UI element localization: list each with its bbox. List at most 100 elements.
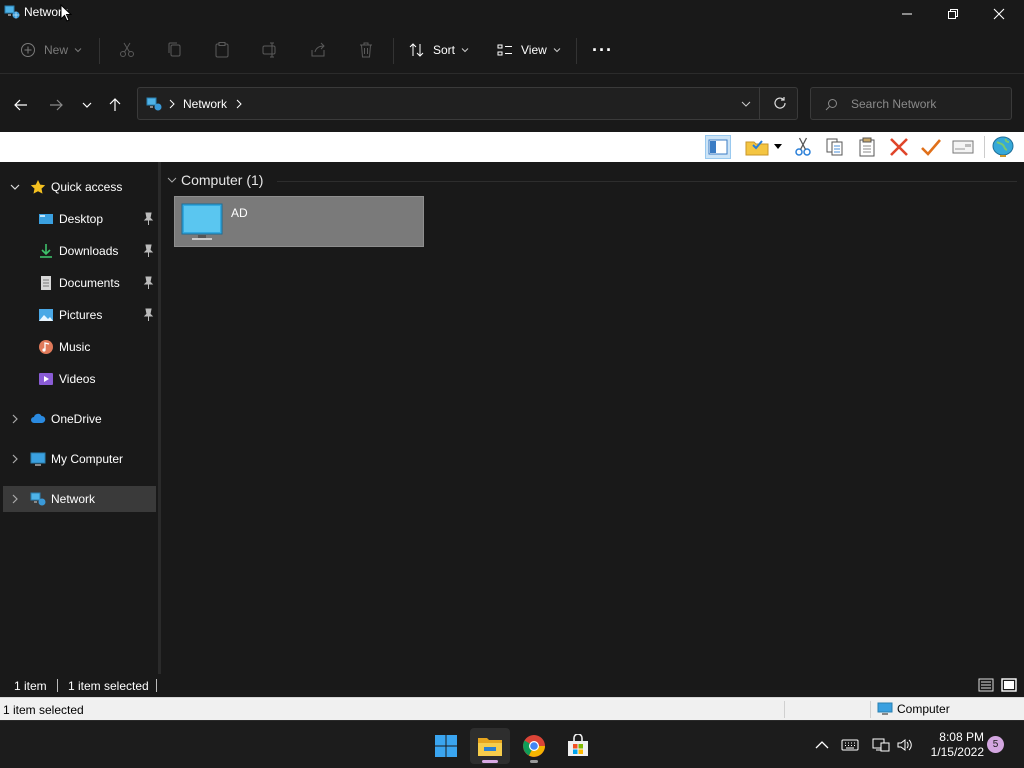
- copy-icon: [826, 138, 843, 156]
- group-header[interactable]: Computer (1): [167, 172, 263, 188]
- up-button[interactable]: [103, 93, 127, 117]
- view-button[interactable]: View: [496, 36, 561, 64]
- divider: [576, 38, 577, 64]
- network-status-button[interactable]: [871, 735, 891, 755]
- chevron-right-icon[interactable]: [9, 493, 21, 505]
- keyboard-icon: [841, 739, 859, 751]
- file-item[interactable]: AD: [174, 196, 424, 247]
- search-input[interactable]: Search Network: [810, 87, 1012, 120]
- preview-pane-button[interactable]: [705, 135, 731, 159]
- sidebar-item-my-computer[interactable]: My Computer: [3, 446, 156, 472]
- sidebar-item-label: My Computer: [51, 452, 124, 466]
- group-divider: [277, 181, 1017, 182]
- sidebar-item-music[interactable]: Music: [3, 334, 156, 360]
- sort-icon: [409, 43, 424, 57]
- taskbar-file-explorer[interactable]: [470, 728, 510, 764]
- search-placeholder: Search Network: [851, 97, 937, 111]
- sidebar-item-desktop[interactable]: Desktop: [3, 206, 156, 232]
- arrow-up-icon: [109, 98, 121, 111]
- file-explorer-icon: [478, 738, 502, 756]
- notification-badge[interactable]: 5: [987, 736, 1004, 753]
- new-button[interactable]: New: [20, 36, 82, 64]
- sidebar-item-documents[interactable]: Documents: [3, 270, 156, 296]
- chevron-down-icon: [74, 48, 82, 53]
- sidebar-item-label: Documents: [59, 276, 120, 290]
- sidebar-item-quick-access[interactable]: Quick access: [3, 174, 156, 200]
- sidebar-item-onedrive[interactable]: OneDrive: [3, 406, 156, 432]
- sort-button[interactable]: Sort: [408, 36, 469, 64]
- delete-icon: [360, 42, 372, 58]
- legacy-properties-button[interactable]: [950, 135, 976, 159]
- show-hidden-icons-button[interactable]: [812, 735, 832, 755]
- forward-button[interactable]: [44, 93, 68, 117]
- paste-icon: [859, 137, 875, 157]
- breadcrumb[interactable]: Network: [183, 97, 227, 111]
- videos-icon: [39, 373, 53, 385]
- copy-button[interactable]: [166, 36, 184, 64]
- cut-button[interactable]: [118, 36, 136, 64]
- details-view-icon[interactable]: [978, 677, 994, 693]
- pin-icon: [143, 276, 154, 289]
- delete-button[interactable]: [357, 36, 375, 64]
- taskbar-chrome[interactable]: [514, 728, 554, 764]
- divider: [156, 679, 157, 692]
- divider: [393, 38, 394, 64]
- chevron-right-icon[interactable]: [9, 453, 21, 465]
- sidebar-item-pictures[interactable]: Pictures: [3, 302, 156, 328]
- folder-options-button[interactable]: [742, 135, 772, 159]
- taskbar-store[interactable]: [558, 728, 598, 764]
- sidebar-item-label: Videos: [59, 372, 96, 386]
- computer-icon: [877, 702, 893, 715]
- recent-locations-button[interactable]: [75, 93, 99, 117]
- rename-button[interactable]: [261, 36, 279, 64]
- running-indicator: [530, 760, 538, 763]
- legacy-copy-button[interactable]: [822, 135, 848, 159]
- maximize-button[interactable]: [930, 0, 976, 28]
- chevron-down-icon[interactable]: [740, 98, 752, 110]
- sidebar-item-network[interactable]: Network: [3, 486, 156, 512]
- clock[interactable]: 8:08 PM 1/15/2022: [924, 730, 984, 760]
- folder-options-dropdown[interactable]: [771, 135, 785, 159]
- refresh-icon[interactable]: [773, 96, 787, 110]
- sidebar-item-label: Network: [51, 492, 96, 506]
- close-button[interactable]: [976, 0, 1022, 28]
- documents-icon: [41, 276, 51, 290]
- more-options-button[interactable]: ···: [592, 36, 613, 64]
- volume-button[interactable]: [895, 735, 915, 755]
- sidebar-item-videos[interactable]: Videos: [3, 366, 156, 392]
- status-bar: 1 item 1 item selected: [0, 674, 1024, 697]
- paste-button[interactable]: [213, 36, 231, 64]
- computer-icon: [30, 452, 46, 466]
- computer-icon: [181, 203, 223, 240]
- sort-label: Sort: [433, 43, 456, 57]
- sidebar-item-downloads[interactable]: Downloads: [3, 238, 156, 264]
- chevron-right-icon[interactable]: [9, 413, 21, 425]
- share-button[interactable]: [309, 36, 327, 64]
- close-icon: [993, 8, 1005, 20]
- back-button[interactable]: [9, 93, 33, 117]
- sidebar-item-label: Pictures: [59, 308, 103, 322]
- start-button[interactable]: [426, 728, 466, 764]
- chevron-down-icon: [82, 102, 92, 108]
- divider: [759, 88, 760, 119]
- pin-icon: [143, 212, 154, 225]
- search-icon: [825, 99, 837, 111]
- view-icon: [497, 44, 512, 56]
- legacy-delete-button[interactable]: [886, 135, 912, 159]
- address-bar[interactable]: Network: [137, 87, 798, 120]
- legacy-paste-button[interactable]: [854, 135, 880, 159]
- rename-icon: [262, 42, 276, 58]
- restore-icon: [948, 9, 958, 19]
- cut-icon: [795, 137, 811, 156]
- tiles-view-icon[interactable]: [1001, 677, 1017, 693]
- keyboard-button[interactable]: [840, 735, 860, 755]
- pictures-icon: [39, 309, 53, 321]
- chevron-right-icon: [169, 99, 175, 109]
- legacy-globe-button[interactable]: [990, 135, 1016, 159]
- legacy-cut-button[interactable]: [790, 135, 816, 159]
- chevron-down-icon[interactable]: [9, 181, 21, 193]
- legacy-check-button[interactable]: [918, 135, 944, 159]
- minimize-button[interactable]: [884, 0, 930, 28]
- sidebar-item-label: Downloads: [59, 244, 119, 258]
- zone-label: Computer: [897, 702, 950, 716]
